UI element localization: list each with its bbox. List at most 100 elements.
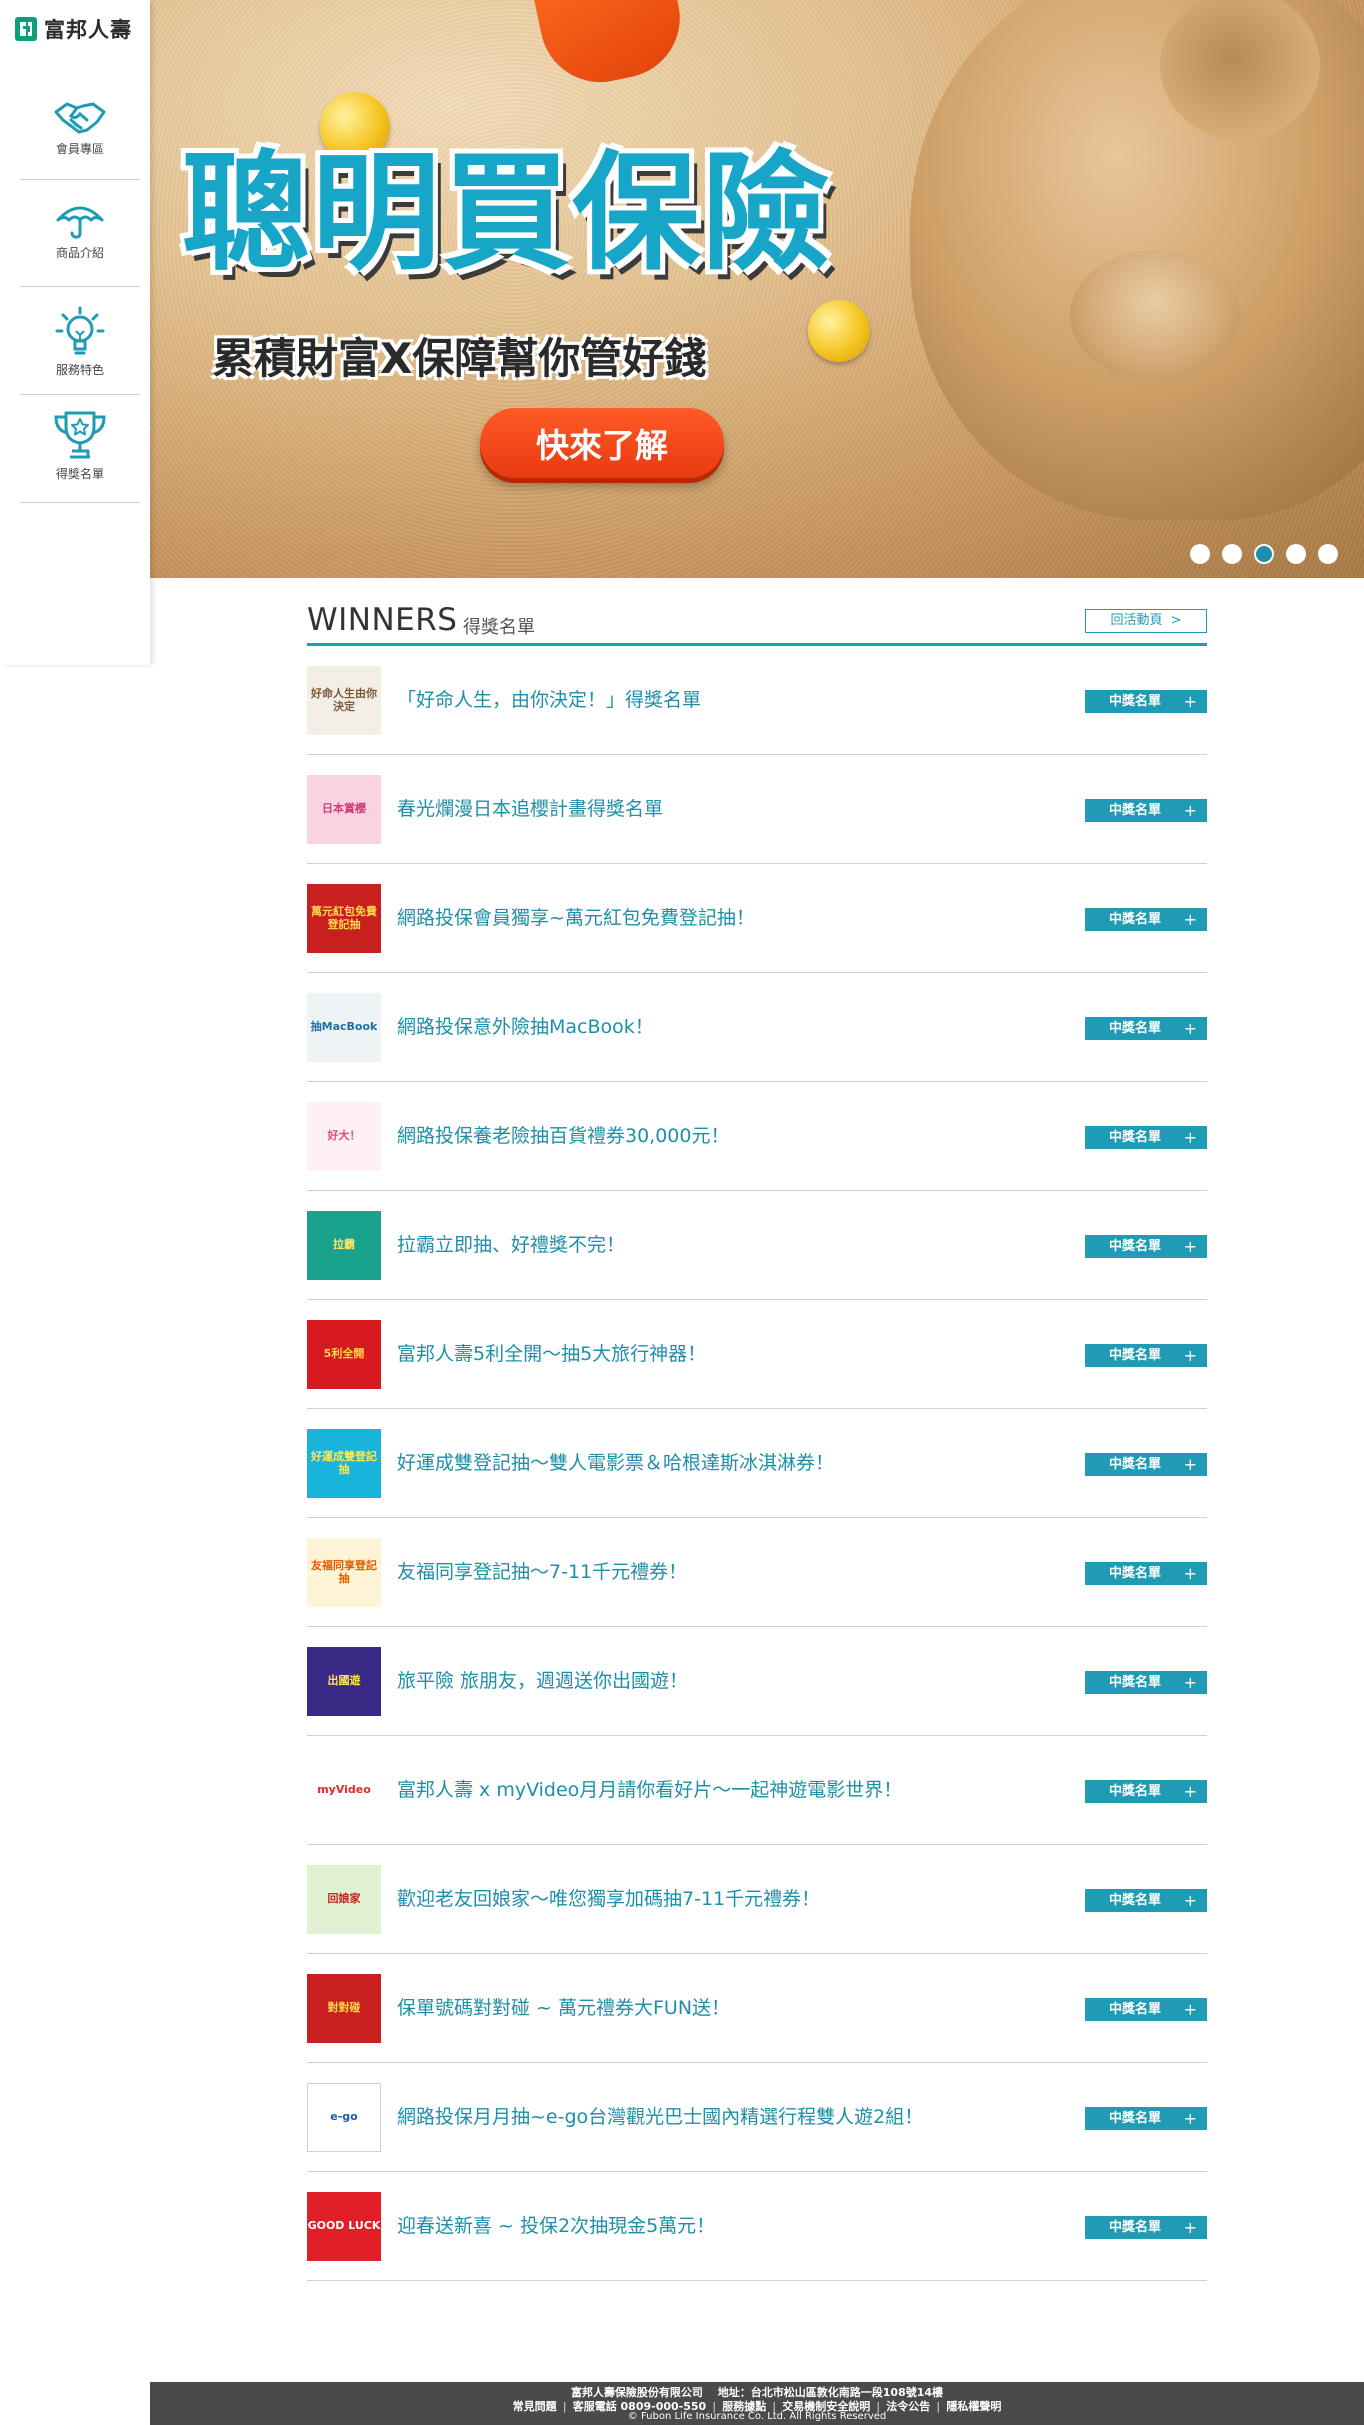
winner-list-button[interactable]: 中獎名單 + [1085, 1017, 1207, 1040]
winner-list-button-label: 中獎名單 [1109, 1021, 1162, 1036]
winner-row: 好大！ 網路投保養老險抽百貨禮券30,000元！ 中獎名單 + [307, 1082, 1207, 1191]
winner-title-link[interactable]: 好運成雙登記抽～雙人電影票＆哈根達斯冰淇淋券！ [397, 1409, 834, 1517]
winner-thumbnail[interactable]: 抽MacBook [307, 993, 381, 1062]
sidebar-item-label: 服務特色 [55, 363, 104, 377]
plus-icon: + [1183, 692, 1197, 711]
plus-icon: + [1183, 1346, 1197, 1365]
winners-subtitle: 得獎名單 [463, 617, 535, 638]
winner-thumbnail[interactable]: 5利全開 [307, 1320, 381, 1389]
winner-list-button[interactable]: 中獎名單 + [1085, 1126, 1207, 1149]
winner-list-button[interactable]: 中獎名單 + [1085, 1889, 1207, 1912]
plus-icon: + [1183, 2109, 1197, 2128]
winner-title-link[interactable]: 網路投保養老險抽百貨禮券30,000元！ [397, 1082, 729, 1190]
hero-cta-button[interactable]: 快來了解 [480, 408, 724, 478]
plus-icon: + [1183, 1564, 1197, 1583]
winner-list-button-label: 中獎名單 [1109, 2111, 1162, 2126]
winner-title-link[interactable]: 富邦人壽5利全開～抽5大旅行神器！ [397, 1300, 706, 1408]
winner-thumbnail[interactable]: e-go [307, 2083, 381, 2152]
gold-coin-icon [808, 300, 870, 362]
winner-row: 好運成雙登記抽 好運成雙登記抽～雙人電影票＆哈根達斯冰淇淋券！ 中獎名單 + [307, 1409, 1207, 1518]
winner-list-button[interactable]: 中獎名單 + [1085, 1562, 1207, 1585]
winner-list-button[interactable]: 中獎名單 + [1085, 1998, 1207, 2021]
carousel-dot-4[interactable] [1286, 544, 1306, 564]
winner-thumbnail[interactable]: 好大！ [307, 1102, 381, 1171]
winner-row: 出國遊 旅平險 旅朋友，週週送你出國遊！ 中獎名單 + [307, 1627, 1207, 1736]
winner-list-button[interactable]: 中獎名單 + [1085, 2107, 1207, 2130]
winner-list-button-label: 中獎名單 [1109, 1130, 1162, 1145]
winner-title-link[interactable]: 「好命人生，由你決定！」得獎名單 [397, 646, 701, 754]
winner-thumbnail[interactable]: 日本賞櫻 [307, 775, 381, 844]
handshake-icon [54, 102, 106, 134]
back-to-event-button[interactable]: 回活動頁 > [1085, 609, 1207, 633]
winner-title-link[interactable]: 拉霸立即抽、好禮獎不完！ [397, 1191, 625, 1299]
sidebar-item-winners[interactable]: 得獎名單 [20, 395, 140, 503]
winner-list-button-label: 中獎名單 [1109, 2002, 1162, 2017]
trophy-icon [54, 411, 106, 459]
winner-title-link[interactable]: 歡迎老友回娘家～唯您獨享加碼抽7-11千元禮券！ [397, 1845, 820, 1953]
winner-title-link[interactable]: 迎春送新喜 ~ 投保2次抽現金5萬元！ [397, 2172, 715, 2280]
winners-title: WINNERS [307, 602, 458, 638]
winners-list: 好命人生由你決定 「好命人生，由你決定！」得獎名單 中獎名單 + 日本賞櫻 春光爛漫日本追… [307, 646, 1207, 2281]
winner-list-button[interactable]: 中獎名單 + [1085, 1453, 1207, 1476]
winner-thumbnail[interactable]: myVideo [307, 1756, 381, 1825]
hero-banner[interactable]: 聰明買保險 累積財富X保障幫你管好錢 快來了解 [150, 0, 1364, 578]
winner-row: myVideo 富邦人壽 x myVideo月月請你看好片～一起神遊電影世界！ 中獎… [307, 1736, 1207, 1845]
winner-thumbnail[interactable]: GOOD LUCK [307, 2192, 381, 2261]
sidebar-item-service[interactable]: 服務特色 [20, 287, 140, 395]
winner-title-link[interactable]: 網路投保意外險抽MacBook！ [397, 973, 654, 1081]
winner-thumbnail[interactable]: 出國遊 [307, 1647, 381, 1716]
brand-logo[interactable]: 富邦人壽 [14, 14, 132, 44]
winner-thumbnail[interactable]: 回娘家 [307, 1865, 381, 1934]
winner-thumbnail[interactable]: 友福同享登記抽 [307, 1538, 381, 1607]
winner-thumbnail-text: 5利全開 [307, 1320, 381, 1389]
winner-row: 拉霸 拉霸立即抽、好禮獎不完！ 中獎名單 + [307, 1191, 1207, 1300]
winner-thumbnail-text: 對對碰 [307, 1974, 381, 2043]
carousel-dot-3[interactable] [1254, 544, 1274, 564]
sidebar-item-label: 會員專區 [55, 142, 104, 156]
winner-thumbnail[interactable]: 拉霸 [307, 1211, 381, 1280]
winner-list-button-label: 中獎名單 [1109, 1239, 1162, 1254]
winner-thumbnail[interactable]: 萬元紅包免費登記抽 [307, 884, 381, 953]
sidebar-item-member[interactable]: 會員專區 [20, 72, 140, 180]
carousel-dot-1[interactable] [1190, 544, 1210, 564]
winner-thumbnail-text: 出國遊 [307, 1647, 381, 1716]
footer-copyright: © Fubon Life Insurance Co. Ltd. All Righ… [627, 2411, 887, 2422]
winner-list-button[interactable]: 中獎名單 + [1085, 1344, 1207, 1367]
winner-title-link[interactable]: 網路投保會員獨享~萬元紅包免費登記抽！ [397, 864, 755, 972]
winner-list-button[interactable]: 中獎名單 + [1085, 799, 1207, 822]
plus-icon: + [1183, 801, 1197, 820]
plus-icon: + [1183, 910, 1197, 929]
winner-thumbnail[interactable]: 好命人生由你決定 [307, 666, 381, 735]
winner-title-link[interactable]: 保單號碼對對碰 ~ 萬元禮券大FUN送！ [397, 1954, 730, 2062]
winner-row: 抽MacBook 網路投保意外險抽MacBook！ 中獎名單 + [307, 973, 1207, 1082]
plus-icon: + [1183, 1019, 1197, 1038]
winner-title-link[interactable]: 富邦人壽 x myVideo月月請你看好片～一起神遊電影世界！ [397, 1736, 902, 1844]
winner-thumbnail-text: myVideo [307, 1756, 381, 1825]
winner-list-button-label: 中獎名單 [1109, 694, 1162, 709]
winner-title-link[interactable]: 春光爛漫日本追櫻計畫得獎名單 [397, 755, 663, 863]
winner-list-button[interactable]: 中獎名單 + [1085, 908, 1207, 931]
winner-list-button[interactable]: 中獎名單 + [1085, 2216, 1207, 2239]
winner-title-link[interactable]: 網路投保月月抽~e-go台灣觀光巴士國內精選行程雙人遊2組！ [397, 2063, 923, 2171]
winner-row: GOOD LUCK 迎春送新喜 ~ 投保2次抽現金5萬元！ 中獎名單 + [307, 2172, 1207, 2281]
winner-thumbnail-text: e-go [307, 2083, 381, 2152]
winner-row: 萬元紅包免費登記抽 網路投保會員獨享~萬元紅包免費登記抽！ 中獎名單 + [307, 864, 1207, 973]
plus-icon: + [1183, 1128, 1197, 1147]
winner-title-link[interactable]: 友福同享登記抽～7-11千元禮券！ [397, 1518, 687, 1626]
winner-list-button[interactable]: 中獎名單 + [1085, 1780, 1207, 1803]
lightbulb-icon [55, 306, 105, 355]
winner-title-link[interactable]: 旅平險 旅朋友，週週送你出國遊！ [397, 1627, 688, 1735]
plus-icon: + [1183, 2000, 1197, 2019]
winner-list-button[interactable]: 中獎名單 + [1085, 1671, 1207, 1694]
sidebar-item-product[interactable]: 商品介紹 [20, 180, 140, 287]
winner-thumbnail[interactable]: 好運成雙登記抽 [307, 1429, 381, 1498]
winner-list-button[interactable]: 中獎名單 + [1085, 690, 1207, 713]
winner-thumbnail[interactable]: 對對碰 [307, 1974, 381, 2043]
carousel-dot-2[interactable] [1222, 544, 1242, 564]
carousel-dot-5[interactable] [1318, 544, 1338, 564]
winner-list-button[interactable]: 中獎名單 + [1085, 1235, 1207, 1258]
plus-icon: + [1183, 1455, 1197, 1474]
carousel-dots [1190, 544, 1338, 564]
winner-thumbnail-text: 萬元紅包免費登記抽 [307, 884, 381, 953]
winner-row: 好命人生由你決定 「好命人生，由你決定！」得獎名單 中獎名單 + [307, 646, 1207, 755]
